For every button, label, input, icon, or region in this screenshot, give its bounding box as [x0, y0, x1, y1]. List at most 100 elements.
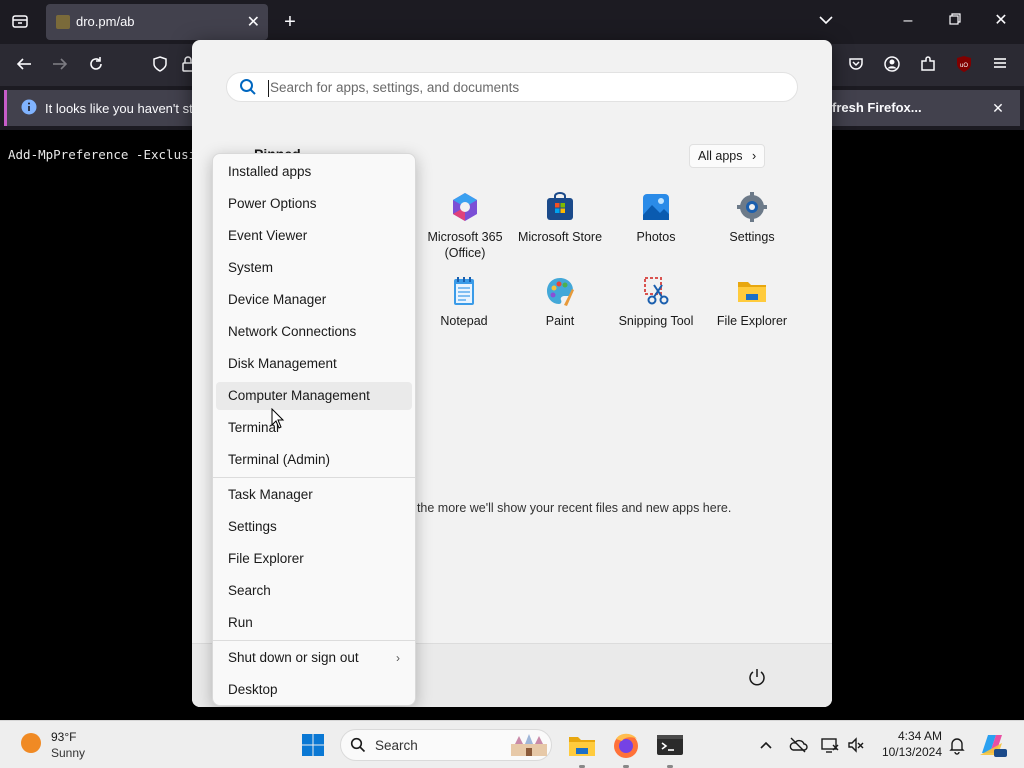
- volume-muted-icon[interactable]: [846, 735, 866, 755]
- pinned-app-paint[interactable]: Paint: [512, 275, 608, 329]
- list-all-tabs-chevron-icon[interactable]: [814, 12, 838, 32]
- clock-date[interactable]: 10/13/2024: [876, 745, 942, 759]
- menu-item-label: Desktop: [228, 682, 278, 697]
- network-icon[interactable]: [820, 735, 840, 755]
- menu-item-event-viewer[interactable]: Event Viewer: [216, 222, 412, 250]
- hamburger-menu-icon[interactable]: [988, 55, 1012, 75]
- menu-item-terminal-admin[interactable]: Terminal (Admin): [216, 446, 412, 474]
- tab-title: dro.pm/ab: [76, 14, 135, 29]
- menu-item-computer-management[interactable]: Computer Management: [216, 382, 412, 410]
- all-apps-label: All apps: [698, 149, 743, 163]
- chevron-right-icon: ›: [396, 651, 400, 665]
- pinned-app-label: Settings: [729, 230, 775, 244]
- info-icon: [17, 98, 41, 118]
- taskbar-search-box[interactable]: Search: [340, 729, 552, 761]
- menu-item-disk-management[interactable]: Disk Management: [216, 350, 412, 378]
- weather-temperature: 93°F: [51, 730, 77, 744]
- start-search-box[interactable]: Search for apps, settings, and documents: [226, 72, 798, 102]
- ublock-origin-icon[interactable]: uO: [952, 55, 976, 75]
- pinned-app-settings[interactable]: Settings: [704, 191, 800, 245]
- account-icon[interactable]: [880, 55, 904, 75]
- all-apps-button[interactable]: All apps ›: [689, 144, 766, 168]
- pinned-app-snipping-tool[interactable]: Snipping Tool: [608, 275, 704, 329]
- menu-item-label: Power Options: [228, 196, 317, 211]
- notification-message: It looks like you haven't star: [45, 101, 205, 116]
- onedrive-offline-icon[interactable]: [788, 735, 808, 755]
- taskbar: 93°F Sunny Search 4:34 AM 10/13/2024: [0, 720, 1024, 768]
- pinned-app-file-explorer[interactable]: File Explorer: [704, 275, 800, 329]
- close-tab-icon[interactable]: ✕: [247, 12, 260, 32]
- snipping-tool-icon: [644, 277, 669, 305]
- menu-item-system[interactable]: System: [216, 254, 412, 282]
- back-arrow-icon[interactable]: [12, 55, 36, 75]
- power-icon[interactable]: [747, 667, 767, 687]
- firefox-icon[interactable]: [610, 729, 642, 761]
- pinned-app-notepad[interactable]: Notepad: [416, 275, 512, 329]
- copilot-icon[interactable]: [976, 729, 1008, 761]
- menu-separator: [213, 640, 415, 641]
- menu-item-shut-down-or-sign-out[interactable]: Shut down or sign out ›: [216, 644, 412, 672]
- pinned-app-label: Snipping Tool: [618, 314, 694, 328]
- pinned-app-photos[interactable]: Photos: [608, 191, 704, 245]
- taskbar-search-label: Search: [375, 738, 418, 753]
- notepad-icon: [454, 277, 474, 305]
- browser-tab-bar: dro.pm/ab ✕ + – ✕: [0, 0, 1024, 44]
- pinned-app-microsoft-store[interactable]: Microsoft Store: [512, 191, 608, 245]
- menu-separator: [213, 477, 415, 478]
- menu-item-label: Computer Management: [228, 388, 370, 403]
- menu-item-label: Device Manager: [228, 292, 327, 307]
- sun-icon: [21, 733, 41, 753]
- command-text: Add-MpPreference -Exclusio: [8, 147, 204, 162]
- menu-item-label: Event Viewer: [228, 228, 308, 243]
- clock-time[interactable]: 4:34 AM: [880, 729, 942, 743]
- pinned-app-label: File Explorer: [716, 314, 788, 328]
- notifications-bell-icon[interactable]: [947, 735, 967, 755]
- menu-item-installed-apps[interactable]: Installed apps: [216, 158, 412, 186]
- pinned-app-microsoft-365[interactable]: Microsoft 365 (Office): [417, 191, 513, 261]
- refresh-firefox-button[interactable]: fresh Firefox...: [832, 100, 922, 115]
- menu-item-search[interactable]: Search: [216, 577, 412, 605]
- new-tab-icon[interactable]: +: [278, 12, 302, 32]
- menu-item-label: File Explorer: [228, 551, 304, 566]
- close-notification-icon[interactable]: ✕: [986, 98, 1010, 118]
- menu-item-label: System: [228, 260, 274, 275]
- tracking-protection-shield-icon[interactable]: [148, 55, 172, 75]
- menu-item-network-connections[interactable]: Network Connections: [216, 318, 412, 346]
- menu-item-power-options[interactable]: Power Options: [216, 190, 412, 218]
- menu-item-label: Disk Management: [228, 356, 337, 371]
- pinned-app-label: Photos: [636, 230, 676, 244]
- restore-icon[interactable]: [943, 12, 967, 32]
- search-placeholder: Search for apps, settings, and documents: [270, 80, 520, 95]
- terminal-icon[interactable]: [654, 729, 686, 761]
- settings-gear-icon: [737, 192, 767, 222]
- file-explorer-icon[interactable]: [566, 729, 598, 761]
- extensions-puzzle-icon[interactable]: [916, 55, 940, 75]
- show-hidden-icons-chevron-icon[interactable]: [756, 735, 776, 755]
- menu-item-device-manager[interactable]: Device Manager: [216, 286, 412, 314]
- menu-item-task-manager[interactable]: Task Manager: [216, 481, 412, 509]
- menu-item-terminal[interactable]: Terminal: [216, 414, 412, 442]
- forward-arrow-icon[interactable]: [48, 55, 72, 75]
- reload-icon[interactable]: [84, 55, 108, 75]
- pinned-app-label: Microsoft Store: [517, 230, 603, 244]
- menu-item-file-explorer[interactable]: File Explorer: [216, 545, 412, 573]
- microsoft-store-icon: [547, 192, 573, 220]
- close-window-icon[interactable]: ✕: [989, 11, 1013, 31]
- menu-item-run[interactable]: Run: [216, 609, 412, 637]
- search-icon: [350, 737, 366, 753]
- menu-item-settings[interactable]: Settings: [216, 513, 412, 541]
- minimize-icon[interactable]: –: [896, 11, 920, 31]
- menu-item-label: Settings: [228, 519, 277, 534]
- menu-item-label: Task Manager: [228, 487, 313, 502]
- browser-tab[interactable]: dro.pm/ab ✕: [46, 4, 268, 40]
- pocket-icon[interactable]: [844, 55, 868, 75]
- file-explorer-icon: [738, 282, 766, 302]
- tab-favicon-icon: [56, 15, 70, 29]
- tab-list-icon[interactable]: [8, 12, 32, 32]
- menu-item-label: Search: [228, 583, 271, 598]
- quick-link-menu: Installed apps Power Options Event Viewe…: [212, 153, 416, 706]
- pinned-app-label: Microsoft 365 (Office): [427, 230, 503, 260]
- menu-item-desktop[interactable]: Desktop: [216, 676, 412, 704]
- windows-start-icon[interactable]: [297, 729, 329, 761]
- menu-item-label: Run: [228, 615, 253, 630]
